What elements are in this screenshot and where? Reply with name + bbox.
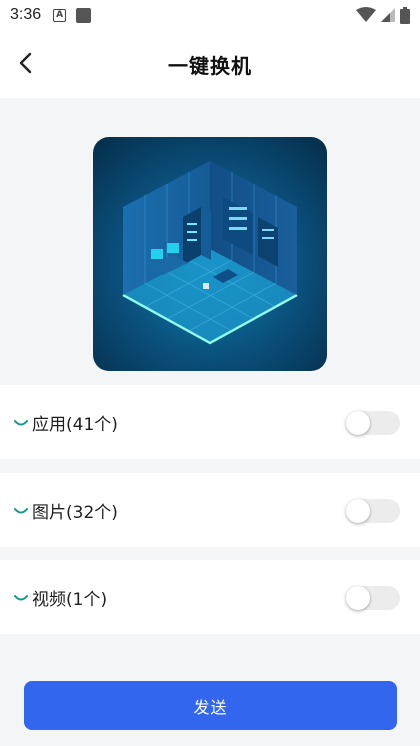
status-bar: 3:36 A [0, 0, 420, 30]
signal-icon [381, 8, 395, 22]
status-time: 3:36 [10, 6, 42, 23]
loading-spinner-icon [14, 595, 28, 601]
send-button[interactable]: 发送 [24, 681, 397, 730]
status-icons [356, 6, 410, 24]
loading-spinner-icon [14, 420, 28, 426]
hero-section [0, 98, 420, 383]
app-header: 一键换机 [0, 30, 420, 98]
option-label-apps: 应用(41个) [32, 414, 118, 435]
wifi-icon [356, 7, 376, 22]
notification-a-icon: A [53, 8, 67, 22]
chevron-left-icon [19, 52, 32, 74]
back-button[interactable] [10, 48, 40, 78]
toggle-apps[interactable] [346, 411, 400, 435]
toggle-photos[interactable] [346, 499, 400, 523]
page-title: 一键换机 [168, 53, 252, 78]
toggle-knob [346, 411, 370, 435]
option-row-videos[interactable]: 视频(1个) [0, 560, 420, 634]
option-label-photos: 图片(32个) [32, 502, 118, 523]
loading-spinner-icon [14, 508, 28, 514]
battery-icon [400, 6, 410, 24]
server-room-illustration [93, 137, 327, 371]
toggle-knob [346, 499, 370, 523]
toggle-knob [346, 586, 370, 610]
notification-square-icon [76, 7, 92, 23]
option-row-apps[interactable]: 应用(41个) [0, 385, 420, 459]
option-row-photos[interactable]: 图片(32个) [0, 473, 420, 547]
toggle-videos[interactable] [346, 586, 400, 610]
option-label-videos: 视频(1个) [32, 589, 108, 610]
